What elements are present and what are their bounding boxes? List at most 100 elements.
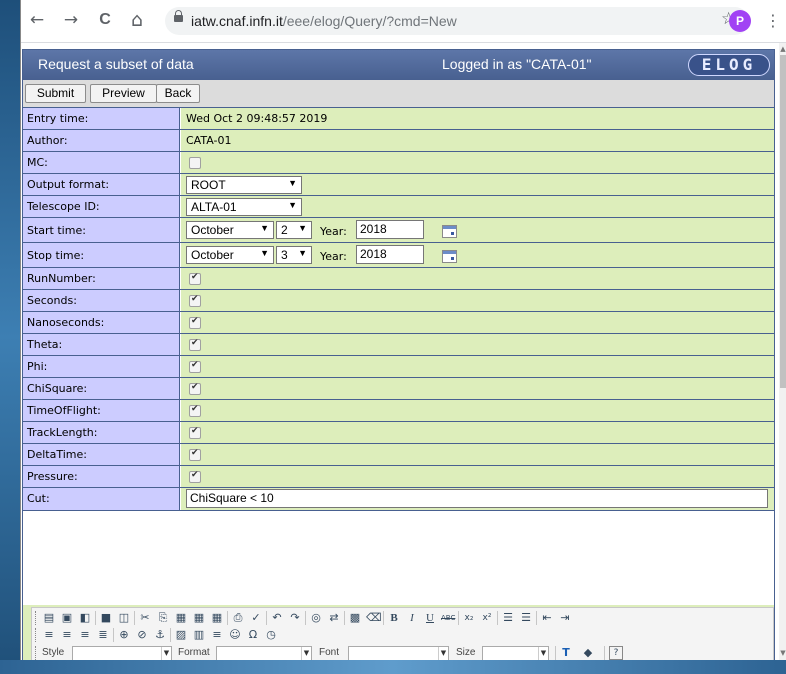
- strikethrough-icon[interactable]: ABC: [441, 611, 455, 625]
- smiley-icon[interactable]: ☺: [228, 628, 242, 642]
- superscript-icon[interactable]: x²: [480, 611, 494, 625]
- text-color-icon[interactable]: T: [559, 646, 573, 660]
- paste-word-icon[interactable]: ▦: [210, 611, 224, 625]
- vertical-scrollbar[interactable]: ▲ ▼: [779, 43, 786, 660]
- preview-doc-icon[interactable]: ◧: [78, 611, 92, 625]
- home-icon[interactable]: ⌂: [127, 10, 147, 30]
- size-combo[interactable]: ▼: [482, 646, 549, 660]
- link-icon[interactable]: ⊕: [117, 628, 131, 642]
- save-icon[interactable]: ■: [99, 611, 113, 625]
- delta-time-checkbox[interactable]: [189, 448, 201, 461]
- remove-format-icon[interactable]: ⌫: [366, 611, 382, 625]
- table-icon[interactable]: ▥: [192, 628, 206, 642]
- image-icon[interactable]: ▨: [174, 628, 188, 642]
- output-format-cell: ROOT ▼: [181, 174, 774, 195]
- help-icon[interactable]: ?: [609, 646, 623, 660]
- align-right-icon[interactable]: ≡: [78, 628, 92, 642]
- toolbar-separator: [170, 628, 171, 642]
- bold-icon[interactable]: B: [387, 611, 401, 625]
- time-of-flight-checkbox[interactable]: [189, 404, 201, 417]
- start-year-input[interactable]: 2018: [356, 220, 424, 239]
- calendar-icon[interactable]: [442, 225, 457, 238]
- dropdown-arrow-icon: ▼: [538, 647, 548, 660]
- mc-checkbox[interactable]: [189, 157, 201, 169]
- outdent-icon[interactable]: ⇤: [540, 611, 554, 625]
- address-bar[interactable]: iatw.cnaf.infn.it/eee/elog/Query/?cmd=Ne…: [165, 7, 749, 35]
- start-month-select[interactable]: October ▼: [186, 221, 274, 239]
- style-combo[interactable]: ▼: [72, 646, 172, 660]
- run-number-checkbox[interactable]: [189, 272, 201, 285]
- zoom-preview-icon[interactable]: ◫: [117, 611, 131, 625]
- align-center-icon[interactable]: ≡: [60, 628, 74, 642]
- reload-icon[interactable]: C: [95, 10, 115, 30]
- telescope-id-select[interactable]: ALTA-01 ▼: [186, 198, 302, 216]
- output-format-select[interactable]: ROOT ▼: [186, 176, 302, 194]
- preview-button[interactable]: Preview: [90, 84, 157, 103]
- page-title: Request a subset of data: [38, 56, 194, 72]
- toolbar-separator: [305, 611, 306, 625]
- font-combo[interactable]: ▼: [348, 646, 449, 660]
- elog-form-frame: Request a subset of data Logged in as "C…: [22, 49, 775, 660]
- cut-input[interactable]: ChiSquare < 10: [186, 489, 768, 508]
- theta-checkbox[interactable]: [189, 338, 201, 351]
- back-button[interactable]: Back: [156, 84, 200, 103]
- seconds-checkbox[interactable]: [189, 294, 201, 307]
- checkbox-row-label: ChiSquare:: [23, 378, 180, 399]
- forward-arrow-icon[interactable]: →: [61, 10, 81, 30]
- horizontal-rule-icon[interactable]: ≡: [210, 628, 224, 642]
- elog-logo[interactable]: ELOG: [688, 54, 770, 76]
- scroll-thumb[interactable]: [780, 55, 786, 388]
- track-length-checkbox[interactable]: [189, 426, 201, 439]
- replace-icon[interactable]: ⇄: [327, 611, 341, 625]
- checkbox-row-cell: [181, 378, 774, 399]
- anchor-icon[interactable]: ⚓: [153, 628, 167, 642]
- unlink-icon[interactable]: ⊘: [135, 628, 149, 642]
- redo-icon[interactable]: ↷: [288, 611, 302, 625]
- justify-icon[interactable]: ≣: [96, 628, 110, 642]
- cut-icon[interactable]: ✂: [138, 611, 152, 625]
- copy-icon[interactable]: ⎘: [156, 611, 170, 625]
- scroll-up-icon[interactable]: ▲: [779, 45, 786, 53]
- bulleted-list-icon[interactable]: ☰: [519, 611, 533, 625]
- underline-icon[interactable]: U: [423, 611, 437, 625]
- chisquare-checkbox[interactable]: [189, 382, 201, 395]
- scroll-down-icon[interactable]: ▼: [779, 649, 786, 657]
- timestamp-icon[interactable]: ◷: [264, 628, 278, 642]
- nanoseconds-checkbox[interactable]: [189, 316, 201, 329]
- print-icon[interactable]: ⎙: [231, 611, 245, 625]
- paste-icon[interactable]: ▦: [174, 611, 188, 625]
- stop-month-select[interactable]: October ▼: [186, 246, 274, 264]
- save-template-icon[interactable]: ▣: [60, 611, 74, 625]
- browser-menu-icon[interactable]: ⋮: [765, 10, 781, 32]
- format-combo[interactable]: ▼: [216, 646, 312, 660]
- stop-day-select[interactable]: 3 ▼: [276, 246, 312, 264]
- subscript-icon[interactable]: x₂: [462, 611, 476, 625]
- numbered-list-icon[interactable]: ☰: [501, 611, 515, 625]
- url-text: iatw.cnaf.infn.it/eee/elog/Query/?cmd=Ne…: [191, 13, 457, 29]
- special-char-icon[interactable]: Ω: [246, 628, 260, 642]
- calendar-icon[interactable]: [442, 250, 457, 263]
- checkbox-row-label: RunNumber:: [23, 268, 180, 289]
- indent-icon[interactable]: ⇥: [558, 611, 572, 625]
- stop-year-input[interactable]: 2018: [356, 245, 424, 264]
- background-color-icon[interactable]: ◆: [581, 646, 595, 660]
- paste-text-icon[interactable]: ▦: [192, 611, 206, 625]
- url-host: iatw.cnaf.infn.it: [191, 13, 283, 29]
- spellcheck-icon[interactable]: ✓: [249, 611, 263, 625]
- select-all-icon[interactable]: ▩: [348, 611, 362, 625]
- find-icon[interactable]: ◎: [309, 611, 323, 625]
- undo-icon[interactable]: ↶: [270, 611, 284, 625]
- toolbar-separator: [113, 628, 114, 642]
- cut-label: Cut:: [23, 488, 180, 510]
- start-day-select[interactable]: 2 ▼: [276, 221, 312, 239]
- menu-bar: Submit Preview Back: [23, 80, 774, 108]
- source-icon[interactable]: ▤: [42, 611, 56, 625]
- pressure-checkbox[interactable]: [189, 470, 201, 483]
- submit-button[interactable]: Submit: [25, 84, 86, 103]
- dropdown-arrow-icon: ▼: [260, 223, 269, 233]
- phi-checkbox[interactable]: [189, 360, 201, 373]
- profile-avatar[interactable]: P: [729, 10, 751, 32]
- italic-icon[interactable]: I: [405, 611, 419, 625]
- align-left-icon[interactable]: ≡: [42, 628, 56, 642]
- back-arrow-icon[interactable]: ←: [27, 10, 47, 30]
